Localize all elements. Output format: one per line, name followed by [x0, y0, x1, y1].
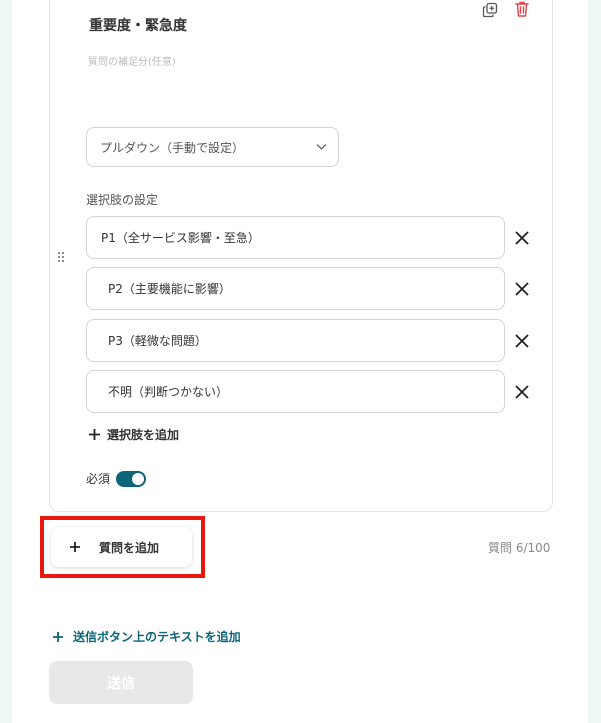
required-row: 必須	[86, 470, 147, 487]
required-label: 必須	[86, 472, 111, 486]
add-submit-text-button[interactable]: 送信ボタン上のテキストを追加	[52, 628, 241, 645]
plus-icon	[53, 631, 63, 642]
option-label: P1（全サービス影響・至急）	[101, 231, 260, 245]
submit-label: 送信	[107, 675, 135, 692]
add-submit-text-label: 送信ボタン上のテキストを追加	[73, 630, 241, 644]
options-section-label: 選択肢の設定	[86, 193, 159, 207]
trash-icon[interactable]	[513, 0, 531, 18]
answer-type-value: プルダウン（手動で設定）	[100, 140, 245, 155]
question-subtitle-input[interactable]: 質問の補足分(任意)	[88, 53, 176, 68]
chevron-down-icon	[316, 144, 327, 150]
question-title[interactable]: 重要度・緊急度	[89, 15, 187, 35]
add-option-label: 選択肢を追加	[107, 428, 180, 442]
add-question-button[interactable]: 質問を追加	[51, 527, 192, 567]
answer-type-select[interactable]: プルダウン（手動で設定）	[86, 127, 339, 167]
add-option-button[interactable]: 選択肢を追加	[88, 426, 179, 443]
option-input[interactable]: P3（軽微な問題）	[86, 319, 505, 362]
option-label: 不明（判断つかない）	[108, 385, 229, 399]
option-input[interactable]: P2（主要機能に影響）	[86, 267, 505, 310]
option-input[interactable]: P1（全サービス影響・至急）	[86, 216, 505, 259]
drag-handle-icon[interactable]	[57, 248, 65, 267]
close-icon[interactable]	[513, 332, 531, 350]
question-count: 質問 6/100	[488, 541, 551, 555]
required-toggle[interactable]	[116, 470, 147, 487]
duplicate-icon[interactable]	[481, 1, 499, 19]
plus-icon	[89, 429, 100, 440]
submit-button[interactable]: 送信	[49, 661, 193, 704]
close-icon[interactable]	[513, 280, 531, 298]
plus-icon	[70, 542, 80, 552]
option-label: P2（主要機能に影響）	[108, 282, 231, 296]
close-icon[interactable]	[513, 229, 531, 247]
option-input[interactable]: 不明（判断つかない）	[86, 370, 505, 413]
add-question-label: 質問を追加	[99, 540, 160, 555]
close-icon[interactable]	[513, 383, 531, 401]
option-label: P3（軽微な問題）	[108, 334, 207, 348]
